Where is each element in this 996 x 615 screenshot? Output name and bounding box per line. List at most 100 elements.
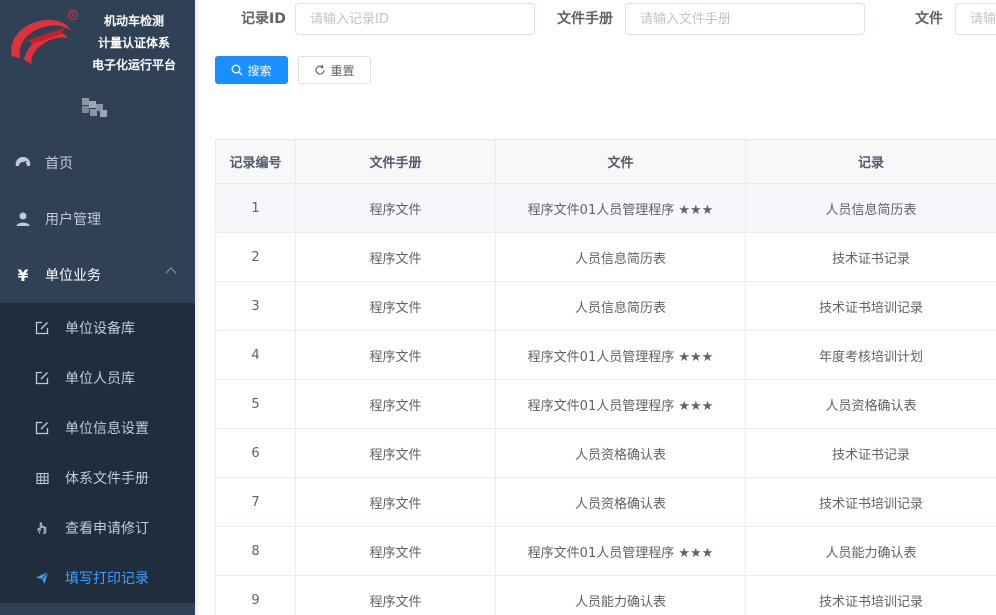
- sidebar-subitem-unit-personnel[interactable]: 单位人员库: [0, 353, 195, 403]
- cell-manual: 程序文件: [295, 428, 496, 478]
- header-record[interactable]: 记录: [745, 139, 996, 184]
- cell-file: 人员信息简历表: [495, 232, 746, 282]
- dashboard-icon: [14, 154, 32, 172]
- logo-line-3: 电子化运行平台: [91, 58, 176, 72]
- record-id-label: 记录ID: [241, 11, 286, 27]
- sidebar-item-label: 单位业务: [45, 268, 101, 284]
- sidebar-subitem-label: 单位人员库: [65, 371, 135, 387]
- sidebar-subitem-unit-equipment[interactable]: 单位设备库: [0, 303, 195, 353]
- sidebar-item-label: 用户管理: [45, 212, 101, 228]
- search-icon: [231, 64, 243, 76]
- cell-manual: 程序文件: [295, 379, 496, 429]
- submenu: 单位设备库 单位人员库 单位信息设置 体系文件手册 查看申请修订 填写打印记录: [0, 303, 195, 603]
- cell-manual: 程序文件: [295, 575, 496, 615]
- user-icon: [14, 210, 32, 228]
- logo-line-2: 计量认证体系: [97, 36, 170, 50]
- search-button-label: 搜索: [247, 63, 272, 78]
- hand-icon: [34, 520, 50, 536]
- table-row[interactable]: 1 程序文件 程序文件01人员管理程序 ★★★ 人员信息简历表: [215, 183, 996, 233]
- cell-record-no: 6: [215, 428, 296, 478]
- sidebar-item-home[interactable]: 首页: [0, 135, 195, 191]
- cell-record: 技术证书培训记录: [745, 281, 996, 331]
- cell-record-no: 3: [215, 281, 296, 331]
- refresh-icon: [314, 64, 326, 76]
- logo: ® 机动车检测 计量认证体系 电子化运行平台: [0, 0, 195, 92]
- manual-label: 文件手册: [557, 11, 613, 27]
- table-row[interactable]: 7 程序文件 人员资格确认表 技术证书培训记录: [215, 477, 996, 527]
- cell-record: 技术证书记录: [745, 428, 996, 478]
- cell-record: 技术证书培训记录: [745, 575, 996, 615]
- main-content: 记录ID 文件手册 文件 搜索 重置 记录编号: [195, 0, 996, 615]
- header-file[interactable]: 文件: [495, 139, 746, 184]
- cell-file: 程序文件01人员管理程序 ★★★: [495, 526, 746, 576]
- cell-record: 年度考核培训计划: [745, 330, 996, 380]
- edit-icon: [34, 320, 50, 336]
- sidebar-subitem-label: 单位设备库: [65, 321, 135, 337]
- chevron-up-icon: [165, 267, 177, 279]
- edit-icon: [34, 370, 50, 386]
- table-row[interactable]: 4 程序文件 程序文件01人员管理程序 ★★★ 年度考核培训计划: [215, 330, 996, 380]
- cell-record-no: 7: [215, 477, 296, 527]
- table-row[interactable]: 8 程序文件 程序文件01人员管理程序 ★★★ 人员能力确认表: [215, 526, 996, 576]
- cell-record: 人员能力确认表: [745, 526, 996, 576]
- cell-record-no: 2: [215, 232, 296, 282]
- table-row[interactable]: 5 程序文件 程序文件01人员管理程序 ★★★ 人员资格确认表: [215, 379, 996, 429]
- table-row[interactable]: 6 程序文件 人员资格确认表 技术证书记录: [215, 428, 996, 478]
- sidebar-subitem-unit-info-settings[interactable]: 单位信息设置: [0, 403, 195, 453]
- cell-file: 程序文件01人员管理程序 ★★★: [495, 379, 746, 429]
- sidebar-subitem-label: 单位信息设置: [65, 421, 149, 437]
- sidebar-item-user-management[interactable]: 用户管理: [0, 191, 195, 247]
- yen-icon: ¥: [17, 265, 29, 285]
- cell-file: 人员能力确认表: [495, 575, 746, 615]
- cell-file: 程序文件01人员管理程序 ★★★: [495, 183, 746, 233]
- cell-record-no: 9: [215, 575, 296, 615]
- sidebar-subitem-system-manual[interactable]: 体系文件手册: [0, 453, 195, 503]
- sidebar-item-label: 首页: [45, 156, 73, 172]
- registered-mark: ®: [68, 10, 78, 20]
- file-input[interactable]: [955, 3, 996, 35]
- edit-icon: [34, 420, 50, 436]
- cell-record-no: 5: [215, 379, 296, 429]
- table-row[interactable]: 9 程序文件 人员能力确认表 技术证书培训记录: [215, 575, 996, 615]
- sidebar-subitem-view-revision[interactable]: 查看申请修订: [0, 503, 195, 553]
- cell-file: 人员资格确认表: [495, 477, 746, 527]
- cell-manual: 程序文件: [295, 183, 496, 233]
- search-button[interactable]: 搜索: [215, 56, 288, 84]
- sidebar-subitem-label: 查看申请修订: [65, 521, 149, 537]
- table-row[interactable]: 3 程序文件 人员信息简历表 技术证书培训记录: [215, 281, 996, 331]
- cell-manual: 程序文件: [295, 232, 496, 282]
- reset-button[interactable]: 重置: [298, 56, 371, 84]
- file-label: 文件: [915, 11, 943, 27]
- cell-manual: 程序文件: [295, 526, 496, 576]
- reset-button-label: 重置: [330, 63, 355, 78]
- cell-record-no: 4: [215, 330, 296, 380]
- cell-file: 人员信息简历表: [495, 281, 746, 331]
- manual-input[interactable]: [625, 3, 865, 35]
- header-record-no[interactable]: 记录编号: [215, 139, 296, 184]
- header-manual[interactable]: 文件手册: [295, 139, 496, 184]
- cell-file: 人员资格确认表: [495, 428, 746, 478]
- sidebar-subitem-fill-print-record[interactable]: 填写打印记录: [0, 553, 195, 603]
- table-header-row: 记录编号 文件手册 文件 记录: [215, 139, 996, 184]
- sidebar-subitem-label: 体系文件手册: [65, 471, 149, 487]
- cell-manual: 程序文件: [295, 477, 496, 527]
- search-form: 记录ID 文件手册 文件: [195, 3, 996, 35]
- cell-record-no: 1: [215, 183, 296, 233]
- logo-line-1: 机动车检测: [103, 14, 164, 28]
- table-row[interactable]: 2 程序文件 人员信息简历表 技术证书记录: [215, 232, 996, 282]
- records-table: 记录编号 文件手册 文件 记录 1 程序文件 程序文件01人员管理程序 ★★★ …: [215, 139, 996, 615]
- cell-record: 技术证书记录: [745, 232, 996, 282]
- sidebar-item-unit-business[interactable]: ¥ 单位业务: [0, 247, 195, 303]
- cell-manual: 程序文件: [295, 281, 496, 331]
- cell-manual: 程序文件: [295, 330, 496, 380]
- logo-text: 机动车检测 计量认证体系 电子化运行平台: [78, 10, 190, 76]
- avatar[interactable]: [80, 98, 110, 118]
- cell-record: 人员信息简历表: [745, 183, 996, 233]
- cell-record: 人员资格确认表: [745, 379, 996, 429]
- sidebar: ® 机动车检测 计量认证体系 电子化运行平台 首页 用户管理 ¥ 单位业务 单位…: [0, 0, 195, 615]
- sidebar-subitem-label: 填写打印记录: [65, 571, 149, 587]
- cell-record: 技术证书培训记录: [745, 477, 996, 527]
- record-id-input[interactable]: [295, 3, 535, 35]
- cell-record-no: 8: [215, 526, 296, 576]
- logo-emblem-icon: [11, 19, 71, 64]
